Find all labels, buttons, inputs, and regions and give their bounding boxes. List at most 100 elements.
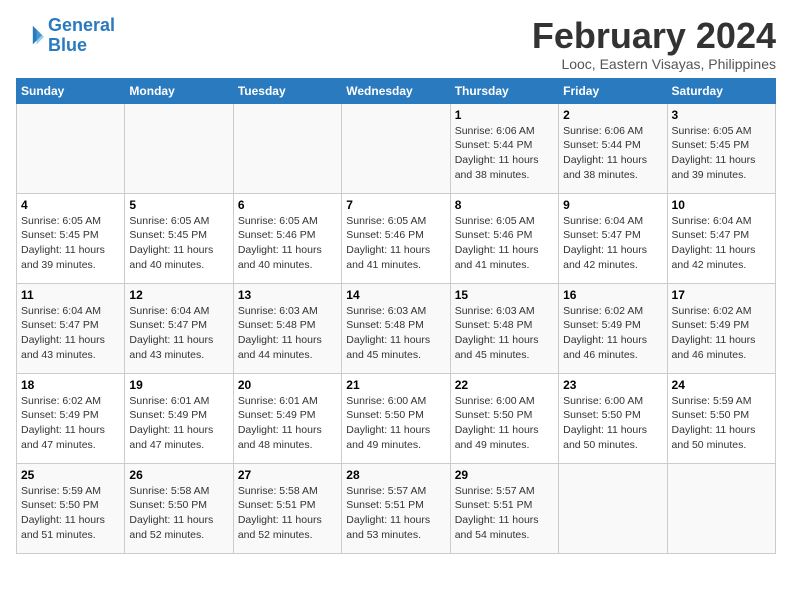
calendar-day-cell: 3 Sunrise: 6:05 AM Sunset: 5:45 PM Daylig… — [667, 103, 775, 193]
calendar-day-cell: 27 Sunrise: 5:58 AM Sunset: 5:51 PM Dayli… — [233, 463, 341, 553]
day-info: Sunrise: 6:05 AM Sunset: 5:45 PM Dayligh… — [21, 214, 120, 273]
day-number: 27 — [238, 468, 337, 482]
day-number: 5 — [129, 198, 228, 212]
day-number: 11 — [21, 288, 120, 302]
day-info: Sunrise: 5:58 AM Sunset: 5:51 PM Dayligh… — [238, 484, 337, 543]
weekday-header-cell: Friday — [559, 78, 667, 103]
calendar-day-cell: 9 Sunrise: 6:04 AM Sunset: 5:47 PM Daylig… — [559, 193, 667, 283]
calendar-week-row: 11 Sunrise: 6:04 AM Sunset: 5:47 PM Dayli… — [17, 283, 776, 373]
location-title: Looc, Eastern Visayas, Philippines — [532, 56, 776, 72]
day-number: 6 — [238, 198, 337, 212]
day-info: Sunrise: 6:02 AM Sunset: 5:49 PM Dayligh… — [672, 304, 771, 363]
calendar-day-cell: 14 Sunrise: 6:03 AM Sunset: 5:48 PM Dayli… — [342, 283, 450, 373]
day-number: 28 — [346, 468, 445, 482]
calendar-day-cell: 6Sunrise: 6:05 AM Sunset: 5:46 PM Daylig… — [233, 193, 341, 283]
day-info: Sunrise: 6:04 AM Sunset: 5:47 PM Dayligh… — [672, 214, 771, 273]
calendar-day-cell: 1Sunrise: 6:06 AM Sunset: 5:44 PM Daylig… — [450, 103, 558, 193]
day-number: 20 — [238, 378, 337, 392]
logo-icon — [16, 22, 44, 50]
day-number: 17 — [672, 288, 771, 302]
calendar-day-cell — [342, 103, 450, 193]
day-info: Sunrise: 6:04 AM Sunset: 5:47 PM Dayligh… — [563, 214, 662, 273]
weekday-header-cell: Saturday — [667, 78, 775, 103]
calendar-day-cell: 19Sunrise: 6:01 AM Sunset: 5:49 PM Dayli… — [125, 373, 233, 463]
day-info: Sunrise: 6:03 AM Sunset: 5:48 PM Dayligh… — [238, 304, 337, 363]
calendar-week-row: 4 Sunrise: 6:05 AM Sunset: 5:45 PM Daylig… — [17, 193, 776, 283]
calendar-week-row: 1Sunrise: 6:06 AM Sunset: 5:44 PM Daylig… — [17, 103, 776, 193]
calendar-week-row: 25Sunrise: 5:59 AM Sunset: 5:50 PM Dayli… — [17, 463, 776, 553]
calendar-day-cell: 4 Sunrise: 6:05 AM Sunset: 5:45 PM Daylig… — [17, 193, 125, 283]
calendar-day-cell — [559, 463, 667, 553]
calendar-day-cell: 13Sunrise: 6:03 AM Sunset: 5:48 PM Dayli… — [233, 283, 341, 373]
day-info: Sunrise: 6:05 AM Sunset: 5:45 PM Dayligh… — [129, 214, 228, 273]
calendar-day-cell: 15Sunrise: 6:03 AM Sunset: 5:48 PM Dayli… — [450, 283, 558, 373]
day-number: 21 — [346, 378, 445, 392]
calendar-table: SundayMondayTuesdayWednesdayThursdayFrid… — [16, 78, 776, 554]
day-info: Sunrise: 6:04 AM Sunset: 5:47 PM Dayligh… — [129, 304, 228, 363]
day-number: 8 — [455, 198, 554, 212]
day-info: Sunrise: 6:03 AM Sunset: 5:48 PM Dayligh… — [346, 304, 445, 363]
weekday-header-cell: Monday — [125, 78, 233, 103]
day-info: Sunrise: 5:58 AM Sunset: 5:50 PM Dayligh… — [129, 484, 228, 543]
page-header: General Blue February 2024 Looc, Eastern… — [16, 16, 776, 72]
day-info: Sunrise: 6:05 AM Sunset: 5:46 PM Dayligh… — [455, 214, 554, 273]
day-info: Sunrise: 6:05 AM Sunset: 5:45 PM Dayligh… — [672, 124, 771, 183]
day-info: Sunrise: 6:04 AM Sunset: 5:47 PM Dayligh… — [21, 304, 120, 363]
calendar-day-cell: 16 Sunrise: 6:02 AM Sunset: 5:49 PM Dayli… — [559, 283, 667, 373]
day-number: 12 — [129, 288, 228, 302]
logo-line2: Blue — [48, 35, 87, 55]
day-info: Sunrise: 5:59 AM Sunset: 5:50 PM Dayligh… — [21, 484, 120, 543]
calendar-day-cell: 5 Sunrise: 6:05 AM Sunset: 5:45 PM Daylig… — [125, 193, 233, 283]
logo: General Blue — [16, 16, 115, 56]
title-area: February 2024 Looc, Eastern Visayas, Phi… — [532, 16, 776, 72]
day-info: Sunrise: 6:01 AM Sunset: 5:49 PM Dayligh… — [129, 394, 228, 453]
day-info: Sunrise: 5:57 AM Sunset: 5:51 PM Dayligh… — [455, 484, 554, 543]
day-number: 16 — [563, 288, 662, 302]
logo-text: General Blue — [48, 16, 115, 56]
day-info: Sunrise: 6:05 AM Sunset: 5:46 PM Dayligh… — [346, 214, 445, 273]
calendar-day-cell: 28 Sunrise: 5:57 AM Sunset: 5:51 PM Dayli… — [342, 463, 450, 553]
calendar-day-cell: 20Sunrise: 6:01 AM Sunset: 5:49 PM Dayli… — [233, 373, 341, 463]
day-number: 14 — [346, 288, 445, 302]
calendar-day-cell — [17, 103, 125, 193]
calendar-day-cell: 29 Sunrise: 5:57 AM Sunset: 5:51 PM Dayli… — [450, 463, 558, 553]
calendar-body: 1Sunrise: 6:06 AM Sunset: 5:44 PM Daylig… — [17, 103, 776, 553]
day-number: 22 — [455, 378, 554, 392]
day-info: Sunrise: 6:02 AM Sunset: 5:49 PM Dayligh… — [563, 304, 662, 363]
day-number: 10 — [672, 198, 771, 212]
day-number: 26 — [129, 468, 228, 482]
day-number: 24 — [672, 378, 771, 392]
day-info: Sunrise: 6:06 AM Sunset: 5:44 PM Dayligh… — [563, 124, 662, 183]
calendar-day-cell: 26 Sunrise: 5:58 AM Sunset: 5:50 PM Dayli… — [125, 463, 233, 553]
day-info: Sunrise: 6:02 AM Sunset: 5:49 PM Dayligh… — [21, 394, 120, 453]
calendar-day-cell: 7 Sunrise: 6:05 AM Sunset: 5:46 PM Daylig… — [342, 193, 450, 283]
day-info: Sunrise: 6:00 AM Sunset: 5:50 PM Dayligh… — [563, 394, 662, 453]
logo-line1: General — [48, 15, 115, 35]
day-number: 15 — [455, 288, 554, 302]
day-number: 9 — [563, 198, 662, 212]
calendar-day-cell — [233, 103, 341, 193]
calendar-day-cell: 2Sunrise: 6:06 AM Sunset: 5:44 PM Daylig… — [559, 103, 667, 193]
calendar-day-cell: 22 Sunrise: 6:00 AM Sunset: 5:50 PM Dayli… — [450, 373, 558, 463]
day-info: Sunrise: 5:59 AM Sunset: 5:50 PM Dayligh… — [672, 394, 771, 453]
day-info: Sunrise: 5:57 AM Sunset: 5:51 PM Dayligh… — [346, 484, 445, 543]
day-number: 4 — [21, 198, 120, 212]
weekday-header-cell: Sunday — [17, 78, 125, 103]
day-info: Sunrise: 6:06 AM Sunset: 5:44 PM Dayligh… — [455, 124, 554, 183]
weekday-header-cell: Tuesday — [233, 78, 341, 103]
day-number: 7 — [346, 198, 445, 212]
calendar-day-cell: 18Sunrise: 6:02 AM Sunset: 5:49 PM Dayli… — [17, 373, 125, 463]
day-number: 23 — [563, 378, 662, 392]
calendar-day-cell — [125, 103, 233, 193]
calendar-day-cell: 10 Sunrise: 6:04 AM Sunset: 5:47 PM Dayli… — [667, 193, 775, 283]
weekday-header-cell: Thursday — [450, 78, 558, 103]
day-number: 29 — [455, 468, 554, 482]
day-number: 3 — [672, 108, 771, 122]
calendar-day-cell: 25Sunrise: 5:59 AM Sunset: 5:50 PM Dayli… — [17, 463, 125, 553]
weekday-header-cell: Wednesday — [342, 78, 450, 103]
calendar-day-cell — [667, 463, 775, 553]
day-info: Sunrise: 6:00 AM Sunset: 5:50 PM Dayligh… — [455, 394, 554, 453]
weekday-header-row: SundayMondayTuesdayWednesdayThursdayFrid… — [17, 78, 776, 103]
calendar-day-cell: 24 Sunrise: 5:59 AM Sunset: 5:50 PM Dayli… — [667, 373, 775, 463]
calendar-day-cell: 12 Sunrise: 6:04 AM Sunset: 5:47 PM Dayli… — [125, 283, 233, 373]
